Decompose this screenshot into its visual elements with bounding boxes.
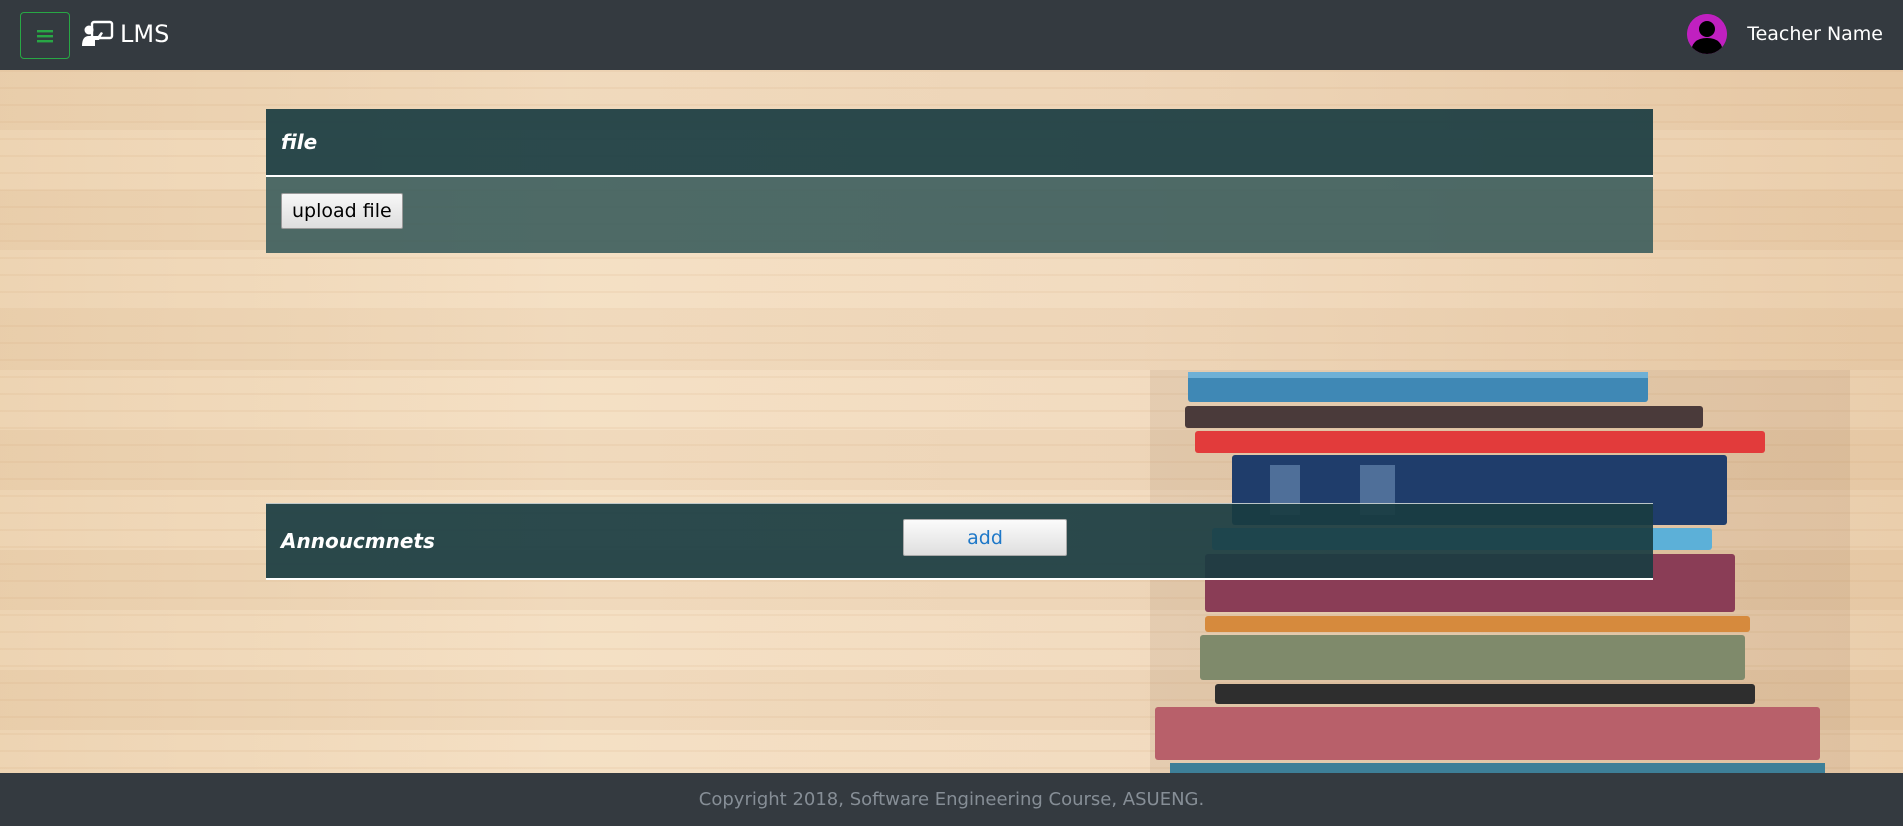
top-navbar: LMS Teacher Name [0, 0, 1903, 70]
hamburger-menu-icon [37, 29, 53, 42]
announcements-panel-title: Annoucmnets [281, 529, 435, 553]
user-avatar-icon [1687, 14, 1728, 54]
announcements-panel-header: Annoucmnets add [266, 503, 1653, 580]
page-footer: Copyright 2018, Software Engineering Cou… [0, 773, 1903, 826]
teacher-board-icon [82, 20, 114, 46]
brand-title: LMS [120, 20, 170, 48]
user-name: Teacher Name [1747, 23, 1883, 45]
user-menu[interactable]: Teacher Name [1687, 14, 1883, 54]
add-announcement-button[interactable]: add [903, 519, 1067, 556]
menu-toggle-button[interactable] [20, 12, 70, 59]
brand-link[interactable]: LMS [82, 20, 169, 48]
file-panel-header: file [266, 109, 1653, 177]
file-panel-title: file [281, 130, 318, 154]
copyright-text: Copyright 2018, Software Engineering Cou… [698, 789, 1205, 810]
upload-file-button[interactable]: upload file [281, 193, 403, 229]
file-panel-body: upload file [266, 177, 1653, 253]
